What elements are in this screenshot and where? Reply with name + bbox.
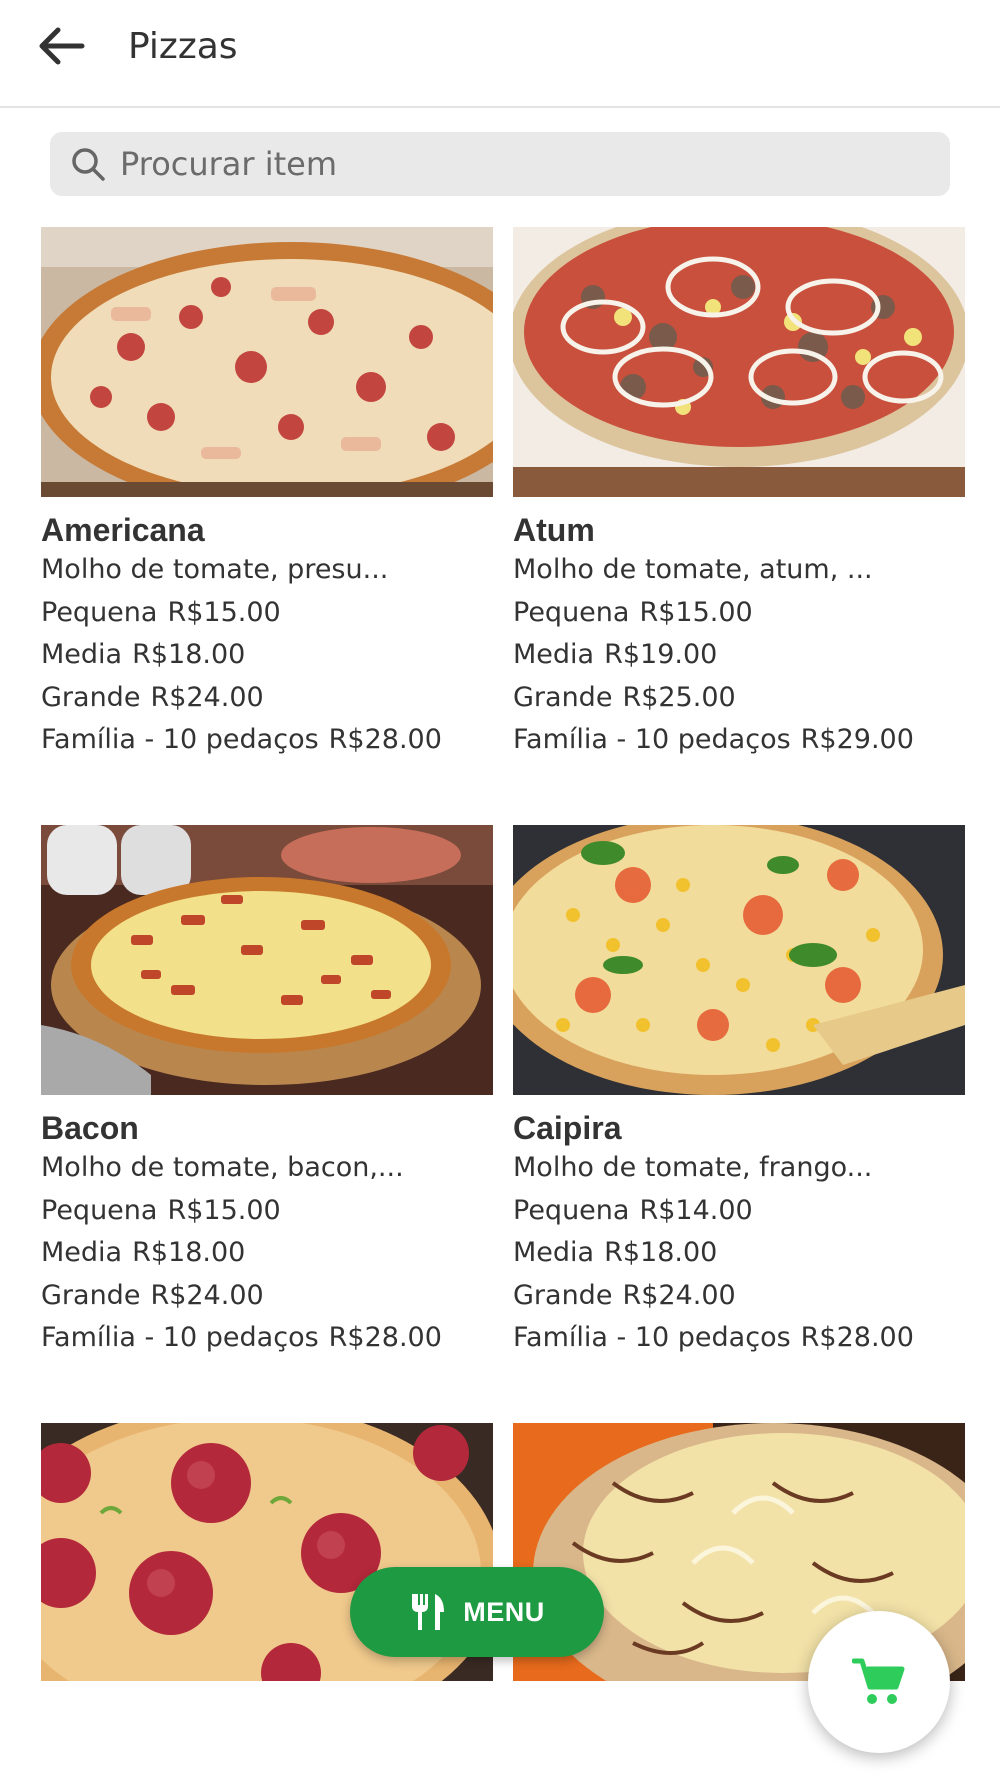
size-label: Pequena <box>513 596 630 628</box>
size-price: R$29.00 <box>800 724 914 755</box>
search-input[interactable] <box>120 132 930 196</box>
cart-button[interactable] <box>808 1611 950 1753</box>
size-price: R$28.00 <box>800 1322 914 1353</box>
product-description: Molho de tomate, bacon,... <box>41 1152 404 1183</box>
size-row: Grande R$25.00 <box>513 677 965 720</box>
size-row: Pequena R$14.00 <box>513 1190 965 1233</box>
size-label: Pequena <box>41 596 158 628</box>
size-price: R$24.00 <box>150 681 264 713</box>
size-label: Grande <box>513 681 613 713</box>
size-label: Media <box>41 639 123 670</box>
product-card[interactable]: Americana Molho de tomate, presu... Pequ… <box>41 227 493 762</box>
size-price: R$15.00 <box>167 1194 281 1226</box>
size-row: Media R$19.00 <box>513 634 965 677</box>
size-label: Grande <box>513 1279 613 1311</box>
size-label: Pequena <box>513 1194 630 1226</box>
size-label: Família - 10 pedaços <box>41 724 319 755</box>
size-label: Media <box>41 1237 123 1268</box>
size-price: R$15.00 <box>639 596 753 628</box>
fork-knife-icon <box>412 1594 445 1630</box>
size-row: Grande R$24.00 <box>41 677 493 720</box>
size-price: R$18.00 <box>132 1237 246 1268</box>
product-name: Atum <box>513 512 595 548</box>
size-label: Media <box>513 1237 595 1268</box>
size-price: R$25.00 <box>622 681 736 713</box>
search-bar[interactable] <box>50 132 950 196</box>
size-row: Grande R$24.00 <box>41 1275 493 1318</box>
menu-button-label: MENU <box>463 1596 545 1627</box>
size-price: R$18.00 <box>604 1237 718 1268</box>
product-image <box>41 825 493 1095</box>
product-card[interactable]: Atum Molho de tomate, atum, ... Pequena R… <box>513 227 965 762</box>
size-price: R$19.00 <box>604 639 718 670</box>
shopping-cart-icon <box>852 1658 905 1704</box>
product-name: Caipira <box>513 1110 622 1146</box>
size-label: Família - 10 pedaços <box>513 724 791 755</box>
back-button[interactable] <box>36 26 86 66</box>
size-row: Família - 10 pedaços R$28.00 <box>513 1317 965 1360</box>
size-row: Pequena R$15.00 <box>41 592 493 635</box>
search-icon <box>72 148 105 181</box>
size-price: R$15.00 <box>167 596 281 628</box>
size-price: R$18.00 <box>132 639 246 670</box>
size-price: R$24.00 <box>150 1279 264 1311</box>
app-bar: Pizzas <box>0 0 1000 108</box>
page-title: Pizzas <box>128 26 238 67</box>
size-row: Família - 10 pedaços R$29.00 <box>513 719 965 762</box>
product-image <box>41 227 493 497</box>
size-price: R$28.00 <box>328 1322 442 1353</box>
size-price: R$28.00 <box>328 724 442 755</box>
size-row: Família - 10 pedaços R$28.00 <box>41 1317 493 1360</box>
size-row: Media R$18.00 <box>513 1232 965 1275</box>
size-row: Família - 10 pedaços R$28.00 <box>41 719 493 762</box>
product-card[interactable]: Caipira Molho de tomate, frango... Peque… <box>513 825 965 1360</box>
size-row: Media R$18.00 <box>41 634 493 677</box>
size-price: R$14.00 <box>639 1194 753 1226</box>
product-description: Molho de tomate, presu... <box>41 554 389 585</box>
size-label: Família - 10 pedaços <box>41 1322 319 1353</box>
size-label: Grande <box>41 681 141 713</box>
size-row: Media R$18.00 <box>41 1232 493 1275</box>
size-row: Grande R$24.00 <box>513 1275 965 1318</box>
product-image <box>513 227 965 497</box>
menu-button[interactable]: MENU <box>350 1567 604 1657</box>
size-price: R$24.00 <box>622 1279 736 1311</box>
product-name: Bacon <box>41 1110 139 1146</box>
size-row: Pequena R$15.00 <box>513 592 965 635</box>
arrow-left-icon <box>39 27 85 65</box>
product-card[interactable]: Bacon Molho de tomate, bacon,... Pequena… <box>41 825 493 1360</box>
size-label: Pequena <box>41 1194 158 1226</box>
size-label: Família - 10 pedaços <box>513 1322 791 1353</box>
product-description: Molho de tomate, atum, ... <box>513 554 873 585</box>
product-image <box>513 825 965 1095</box>
size-row: Pequena R$15.00 <box>41 1190 493 1233</box>
product-name: Americana <box>41 512 205 548</box>
product-description: Molho de tomate, frango... <box>513 1152 873 1183</box>
size-label: Grande <box>41 1279 141 1311</box>
size-label: Media <box>513 639 595 670</box>
